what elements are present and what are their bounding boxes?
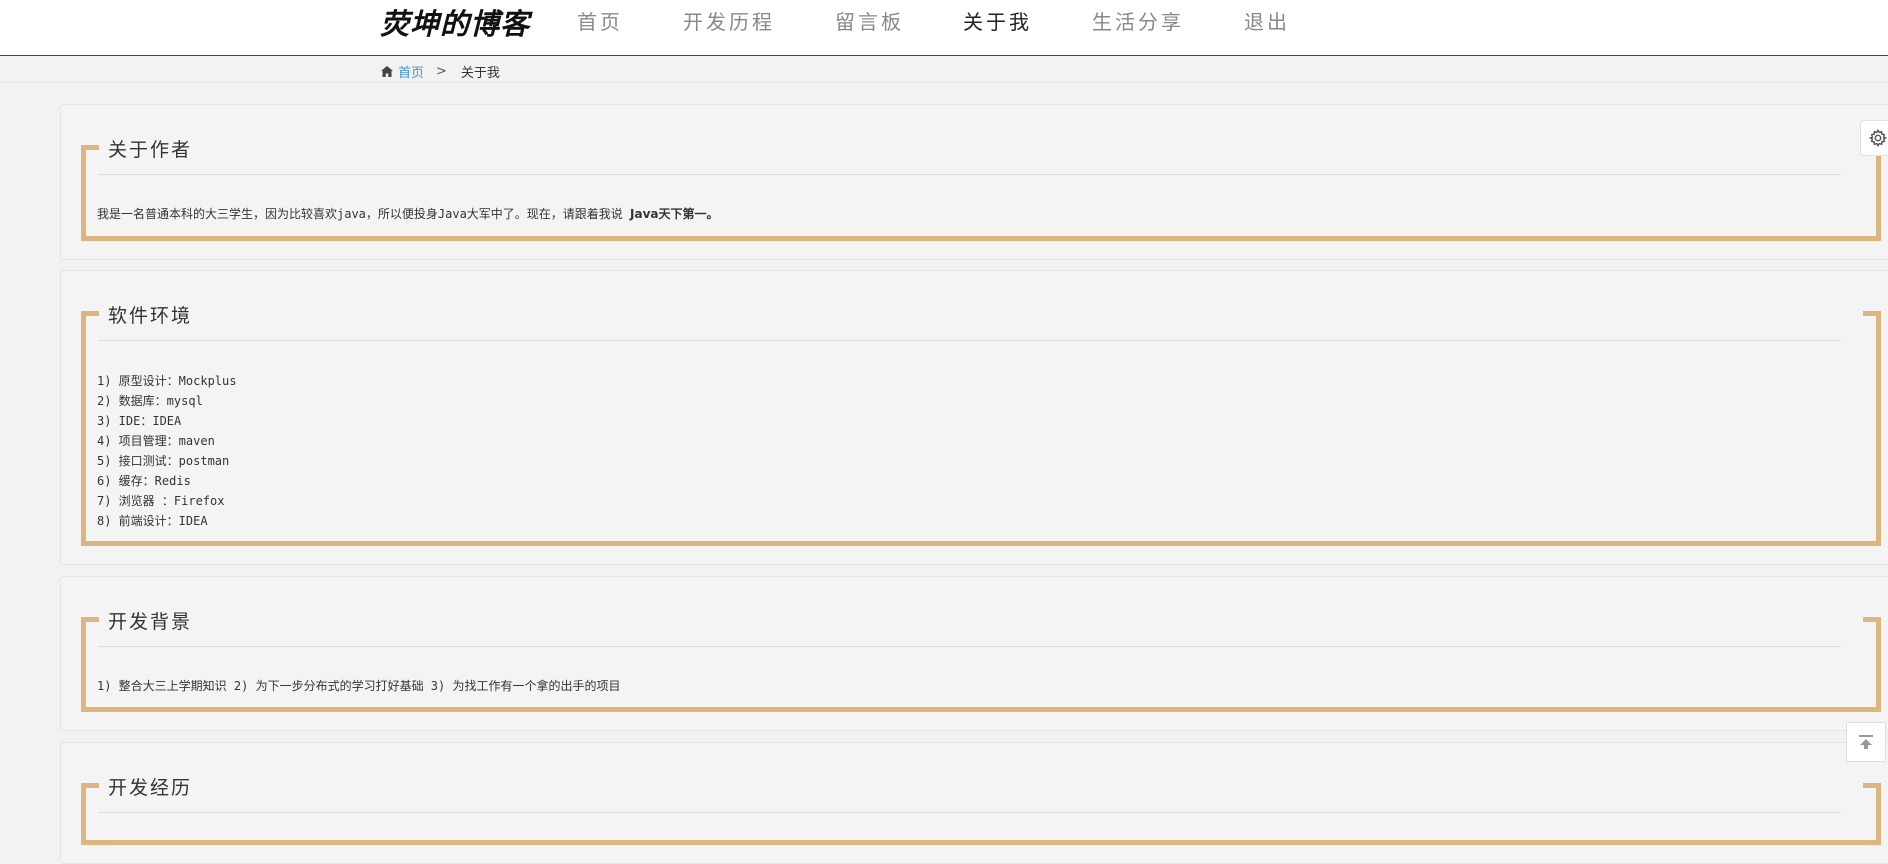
main-nav: 首页 开发历程 留言板 关于我 生活分享 退出 bbox=[577, 8, 1324, 36]
section-divider bbox=[98, 812, 1841, 813]
section-title: 开发背景 bbox=[108, 611, 193, 633]
list-item: 7) 浏览器 ：Firefox bbox=[97, 494, 225, 508]
env-list: 1) 原型设计：Mockplus 2) 数据库：mysql 3) IDE：IDE… bbox=[97, 371, 236, 531]
breadcrumb-separator: > bbox=[436, 64, 447, 79]
nav-item-dev-history[interactable]: 开发历程 bbox=[683, 8, 835, 36]
back-to-top-button[interactable] bbox=[1846, 722, 1886, 762]
section-frame bbox=[81, 783, 1881, 845]
section-divider bbox=[98, 646, 1841, 647]
site-logo[interactable]: 荧坤的博客 bbox=[380, 4, 530, 44]
section-body: 1) 整合大三上学期知识 2) 为下一步分布式的学习打好基础 3) 为找工作有一… bbox=[97, 679, 621, 693]
nav-item-about-me[interactable]: 关于我 bbox=[963, 8, 1092, 36]
nav-item-home[interactable]: 首页 bbox=[577, 8, 683, 36]
breadcrumb: 首页 > 关于我 bbox=[0, 56, 1888, 83]
list-item: 6) 缓存：Redis bbox=[97, 474, 191, 488]
section-dev-experience: 开发经历 bbox=[60, 742, 1888, 864]
author-emphasis-text: Java天下第一。 bbox=[630, 207, 719, 221]
list-item: 5) 接口测试：postman bbox=[97, 454, 230, 468]
back-to-top-icon bbox=[1859, 735, 1873, 749]
breadcrumb-home-link[interactable]: 首页 bbox=[398, 62, 424, 81]
nav-item-life-share[interactable]: 生活分享 bbox=[1092, 8, 1244, 36]
section-software-env: 软件环境 1) 原型设计：Mockplus 2) 数据库：mysql 3) ID… bbox=[60, 270, 1888, 565]
section-body: 我是一名普通本科的大三学生，因为比较喜欢java，所以便投身Java大军中了。现… bbox=[97, 204, 719, 224]
list-item: 1) 原型设计：Mockplus bbox=[97, 374, 237, 388]
section-frame bbox=[81, 145, 1881, 241]
site-header: 荧坤的博客 首页 开发历程 留言板 关于我 生活分享 退出 bbox=[0, 0, 1888, 56]
author-intro-text: 我是一名普通本科的大三学生，因为比较喜欢java，所以便投身Java大军中了。现… bbox=[97, 207, 631, 221]
home-icon bbox=[381, 66, 393, 77]
section-about-author: 关于作者 我是一名普通本科的大三学生，因为比较喜欢java，所以便投身Java大… bbox=[60, 104, 1888, 260]
list-item: 3) IDE：IDEA bbox=[97, 414, 182, 428]
section-title: 软件环境 bbox=[108, 305, 193, 327]
list-item: 8) 前端设计：IDEA bbox=[97, 514, 208, 528]
section-divider bbox=[98, 340, 1841, 341]
list-item: 4) 项目管理：maven bbox=[97, 434, 215, 448]
section-title: 关于作者 bbox=[108, 139, 193, 161]
list-item: 2) 数据库：mysql bbox=[97, 394, 203, 408]
nav-item-logout[interactable]: 退出 bbox=[1244, 8, 1324, 36]
gear-icon bbox=[1869, 129, 1887, 147]
section-dev-background: 开发背景 1) 整合大三上学期知识 2) 为下一步分布式的学习打好基础 3) 为… bbox=[60, 576, 1888, 731]
section-frame bbox=[81, 311, 1881, 546]
breadcrumb-current: 关于我 bbox=[460, 66, 500, 81]
settings-button[interactable] bbox=[1860, 120, 1888, 156]
section-frame bbox=[81, 617, 1881, 712]
section-divider bbox=[98, 174, 1841, 175]
section-title: 开发经历 bbox=[108, 777, 193, 799]
nav-item-message-board[interactable]: 留言板 bbox=[835, 8, 963, 36]
